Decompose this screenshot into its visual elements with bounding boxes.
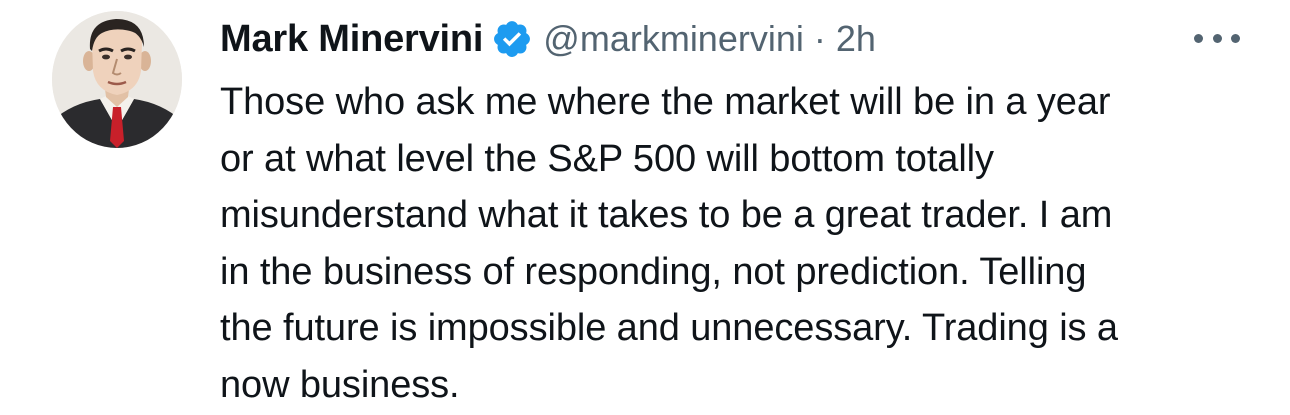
tweet-text-line: the future is impossible and unnecessary…: [220, 307, 1118, 349]
separator-dot: ·: [813, 18, 826, 59]
tweet-text-line: misunderstand what it takes to be a grea…: [220, 194, 1113, 236]
tweet-text: Those who ask me where the market will b…: [220, 74, 1240, 413]
portrait-icon: [52, 11, 182, 148]
author-display-name[interactable]: Mark Minervini: [220, 18, 483, 61]
tweet: Mark Minervini @markminervini · 2h Those…: [0, 0, 1290, 415]
tweet-timestamp[interactable]: 2h: [836, 18, 876, 60]
tweet-text-line: now business.: [220, 363, 460, 406]
tweet-header: Mark Minervini @markminervini · 2h: [220, 14, 876, 64]
author-handle[interactable]: @markminervini: [543, 18, 804, 60]
tweet-text-line: in the business of responding, not predi…: [220, 250, 1087, 293]
tweet-text-line: Those who ask me where the market will b…: [220, 81, 1111, 123]
verified-badge-icon: [491, 18, 533, 60]
tweet-text-line: or at what level the S&P 500 will bottom…: [220, 137, 994, 180]
avatar[interactable]: [52, 11, 182, 148]
more-options-icon[interactable]: [1194, 20, 1240, 56]
